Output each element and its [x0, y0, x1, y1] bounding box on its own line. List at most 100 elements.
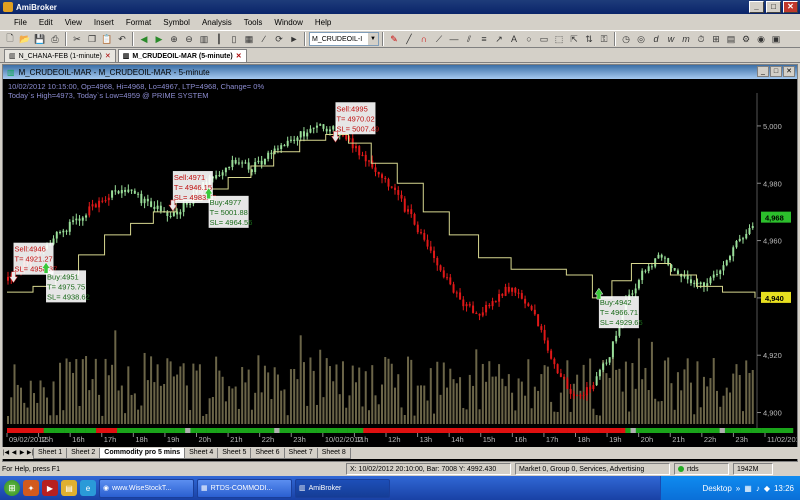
desktop-toolbar-label[interactable]: Desktop: [702, 484, 731, 493]
rect-icon[interactable]: ▭: [537, 32, 551, 46]
candle-body: [293, 139, 296, 141]
network-icon[interactable]: ▦: [744, 484, 752, 493]
magnet-icon[interactable]: ∩: [417, 32, 431, 46]
hour-icon[interactable]: ⏱: [694, 32, 708, 46]
print-icon[interactable]: ⎙: [48, 32, 62, 46]
chart-close-button[interactable]: ✕: [783, 66, 795, 77]
task-amibroker[interactable]: ▥ AmiBroker: [295, 478, 390, 498]
sheet-tab-commodity-pro[interactable]: Commodity pro 5 mins: [99, 447, 186, 459]
candle-body: [485, 304, 488, 313]
sheet-tab-5[interactable]: Sheet 5: [217, 447, 252, 459]
quicklaunch-folder-icon[interactable]: ▤: [61, 480, 77, 496]
price-chart[interactable]: 10/02/2012 10:15:00, Op=4968, Hi=4968, L…: [3, 79, 797, 447]
zoom-out-icon[interactable]: ⊖: [182, 32, 196, 46]
menu-tools[interactable]: Tools: [238, 18, 269, 27]
menu-insert[interactable]: Insert: [88, 18, 120, 27]
window-icon[interactable]: ▣: [769, 32, 783, 46]
zoom-in-icon[interactable]: ⊕: [167, 32, 181, 46]
monthly-icon[interactable]: m: [679, 32, 693, 46]
open-icon[interactable]: 📂: [18, 32, 32, 46]
arrows-icon[interactable]: ⇱: [567, 32, 581, 46]
doc-tab-chana[interactable]: ▥ N_CHANA-FEB (1-minute) ✕: [4, 49, 116, 62]
paste-icon[interactable]: 📋: [100, 32, 114, 46]
menu-symbol[interactable]: Symbol: [157, 18, 196, 27]
copy-icon[interactable]: ❐: [85, 32, 99, 46]
menu-analysis[interactable]: Analysis: [196, 18, 238, 27]
minimize-button[interactable]: _: [749, 1, 764, 13]
quicklaunch-media-icon[interactable]: ▶: [42, 480, 58, 496]
trendline-icon[interactable]: ╱: [402, 32, 416, 46]
select-icon[interactable]: ⬚: [552, 32, 566, 46]
security-icon[interactable]: ◆: [764, 484, 770, 493]
play-icon[interactable]: ►: [287, 32, 301, 46]
line-icon[interactable]: ∕: [257, 32, 271, 46]
close-icon[interactable]: ✕: [236, 52, 242, 60]
task-rtds[interactable]: ▦ RTDS-COMMODI...: [197, 478, 292, 498]
settings-icon[interactable]: ⚙: [739, 32, 753, 46]
clock-icon[interactable]: ◷: [619, 32, 633, 46]
signal-text: T= 4970.02: [336, 114, 374, 123]
sheet-tab-4[interactable]: Sheet 4: [184, 447, 219, 459]
menu-view[interactable]: View: [59, 18, 88, 27]
save-icon[interactable]: 💾: [33, 32, 47, 46]
bars-icon[interactable]: ┃: [212, 32, 226, 46]
signal-strip-cell: [756, 428, 762, 433]
menu-edit[interactable]: Edit: [33, 18, 59, 27]
undo-icon[interactable]: ↶: [115, 32, 129, 46]
candle-icon[interactable]: ▯: [227, 32, 241, 46]
maximize-button[interactable]: □: [766, 1, 781, 13]
forward-icon[interactable]: ▶: [152, 32, 166, 46]
quicklaunch-app-icon[interactable]: ✦: [23, 480, 39, 496]
quicklaunch-explorer-icon[interactable]: e: [80, 480, 96, 496]
up-down-icon[interactable]: ⇅: [582, 32, 596, 46]
close-icon[interactable]: ✕: [105, 52, 111, 60]
grid-icon[interactable]: ▦: [242, 32, 256, 46]
back-icon[interactable]: ◀: [137, 32, 151, 46]
first-sheet-icon[interactable]: |◀: [2, 448, 10, 458]
menu-file[interactable]: File: [8, 18, 33, 27]
sheet-tab-6[interactable]: Sheet 6: [250, 447, 285, 459]
sheet-tab-2[interactable]: Sheet 2: [66, 447, 101, 459]
sheet-tab-7[interactable]: Sheet 7: [283, 447, 318, 459]
cut-icon[interactable]: ✂: [70, 32, 84, 46]
compass-icon[interactable]: ◉: [754, 32, 768, 46]
chart-minimize-button[interactable]: _: [757, 66, 769, 77]
chart-maximize-button[interactable]: □: [770, 66, 782, 77]
new-icon[interactable]: 🗋: [3, 32, 17, 46]
channel-icon[interactable]: ⫽: [462, 32, 476, 46]
next-sheet-icon[interactable]: ▶: [18, 448, 26, 458]
arrow-icon[interactable]: ↗: [492, 32, 506, 46]
candle-body: [745, 233, 748, 239]
lock-icon[interactable]: ⚿: [597, 32, 611, 46]
menu-help[interactable]: Help: [309, 18, 337, 27]
ray-icon[interactable]: ⟋: [432, 32, 446, 46]
pen-icon[interactable]: ✎: [387, 32, 401, 46]
text-icon[interactable]: A: [507, 32, 521, 46]
plus-icon[interactable]: ⊞: [709, 32, 723, 46]
close-button[interactable]: ✕: [783, 1, 798, 13]
menu-window[interactable]: Window: [268, 18, 308, 27]
volume-bar: [592, 408, 595, 424]
clock[interactable]: 13:26: [774, 484, 794, 493]
weekly-icon[interactable]: w: [664, 32, 678, 46]
start-button[interactable]: ⊞: [4, 480, 20, 496]
tray-chevron-icon[interactable]: »: [736, 484, 740, 493]
layout-icon[interactable]: ▤: [724, 32, 738, 46]
fib-icon[interactable]: ≡: [477, 32, 491, 46]
symbol-combo[interactable]: M_CRUDEOIL-I ▼: [309, 32, 379, 46]
task-browser[interactable]: ◉ www.WiseStockT...: [99, 478, 194, 498]
doc-tab-crudeoil[interactable]: ▥ M_CRUDEOIL-MAR (5-minute) ✕: [117, 49, 247, 62]
sheet-tab-8[interactable]: Sheet 8: [316, 447, 351, 459]
prev-sheet-icon[interactable]: ◀: [10, 448, 18, 458]
daily-icon[interactable]: d: [649, 32, 663, 46]
volume-icon[interactable]: ♪: [756, 484, 760, 493]
volume-bar: [150, 356, 153, 424]
sheet-tab-1[interactable]: Sheet 1: [33, 447, 68, 459]
circle-icon[interactable]: ○: [522, 32, 536, 46]
hline-icon[interactable]: ―: [447, 32, 461, 46]
chart-icon[interactable]: ▥: [197, 32, 211, 46]
signal-strip-cell: [693, 428, 699, 433]
target-icon[interactable]: ◎: [634, 32, 648, 46]
refresh-icon[interactable]: ⟳: [272, 32, 286, 46]
menu-format[interactable]: Format: [120, 18, 157, 27]
